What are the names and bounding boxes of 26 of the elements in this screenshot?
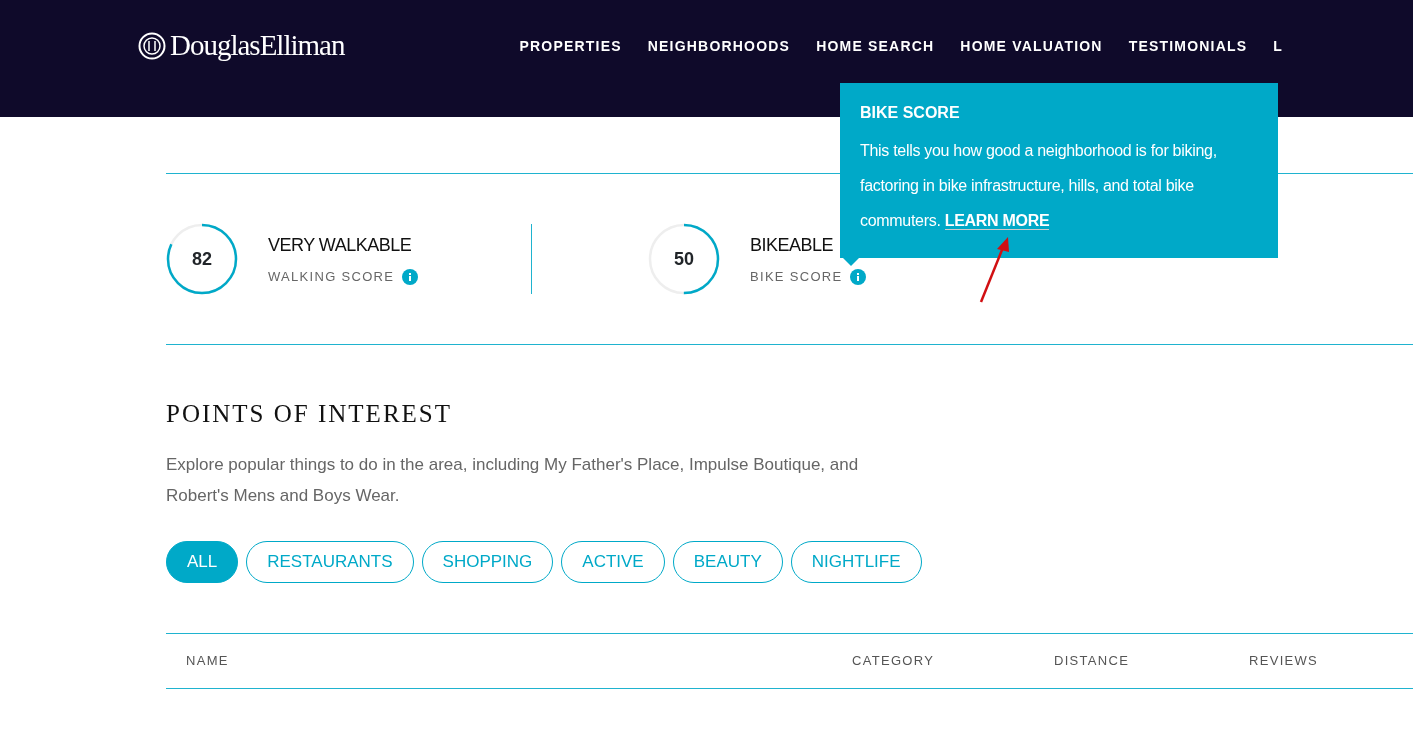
logo-icon: [138, 32, 166, 60]
nav-link[interactable]: L: [1273, 35, 1283, 57]
nav-link[interactable]: PROPERTIES: [519, 35, 622, 57]
info-icon[interactable]: [402, 268, 419, 285]
tooltip-text: This tells you how good a neighborhood is for biking, factoring in bike infrastructure, hills, and total bike commuters. LEARN MORE: [860, 141, 1218, 232]
column-header: NAME: [185, 652, 230, 671]
score-ring: [166, 223, 238, 295]
score-value: 82: [192, 247, 212, 271]
section-heading: POINTS OF INTEREST: [166, 399, 453, 429]
score-title: VERY WALKABLE: [268, 233, 413, 257]
score-label: WALKING SCORE: [268, 267, 395, 286]
column-header: REVIEWS: [1249, 652, 1319, 671]
score-ring: [648, 223, 720, 295]
score-value: 50: [674, 247, 694, 271]
nav-link[interactable]: HOME VALUATION: [960, 35, 1103, 57]
tooltip-title: BIKE SCORE: [860, 103, 961, 123]
score-title: BIKEABLE: [750, 233, 835, 257]
column-header: CATEGORY: [852, 652, 936, 671]
nav-link[interactable]: TESTIMONIALS: [1128, 35, 1248, 57]
section-description: Explore popular things to do in the area, including My Father's Place, Impulse Boutique, and Robert's Mens and Boys Wear.: [166, 454, 860, 507]
column-header: DISTANCE: [1054, 652, 1131, 671]
nav-link[interactable]: HOME SEARCH: [816, 35, 935, 57]
brand-logo[interactable]: DouglasElliman: [170, 24, 345, 68]
nav-link[interactable]: NEIGHBORHOODS: [647, 35, 791, 57]
info-icon[interactable]: [850, 268, 867, 285]
score-label: BIKE SCORE: [750, 267, 843, 286]
